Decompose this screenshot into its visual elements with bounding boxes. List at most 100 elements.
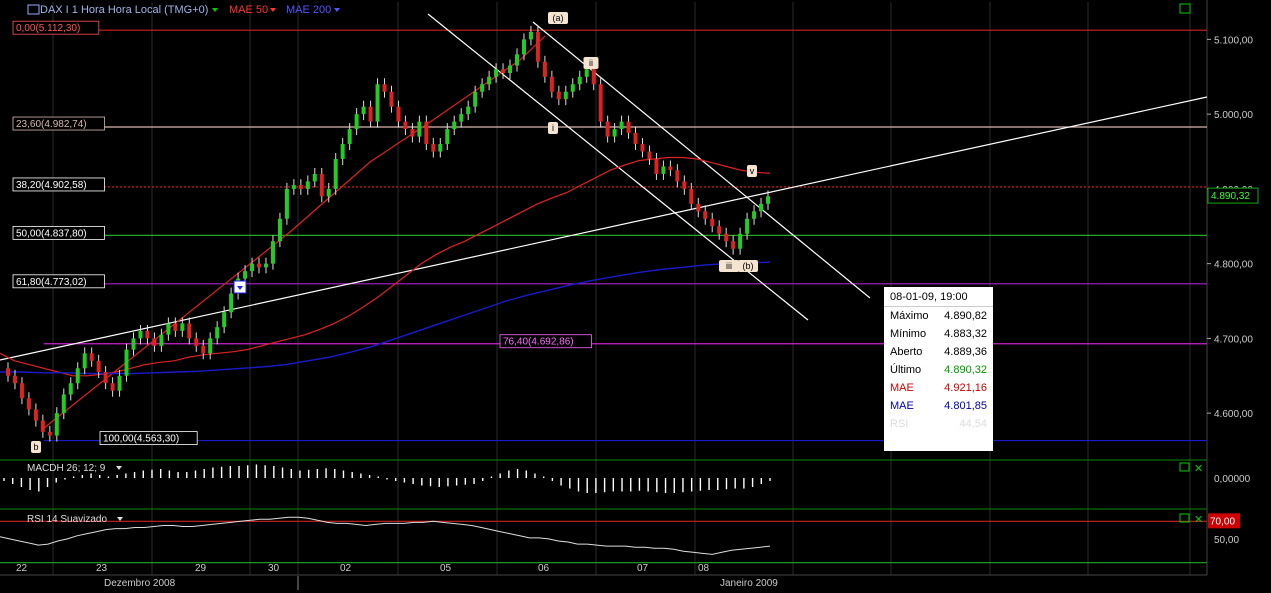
price-tick-label: 4.800,00 (1214, 260, 1253, 271)
candle (514, 48, 519, 72)
candle (389, 85, 394, 113)
candle-down-body (424, 121, 429, 145)
candle (480, 78, 485, 98)
rsi-label: RSI 14 Suavizado (27, 514, 107, 525)
candle (12, 369, 17, 390)
candle-up-body (487, 76, 492, 85)
fib-label: 76,40(4.692,86) (503, 337, 574, 348)
candle (138, 324, 143, 345)
candle-down-body (26, 398, 31, 410)
candle-up-body (375, 84, 380, 122)
tooltip-row-value: 44,54 (959, 418, 987, 430)
candle-down-body (19, 383, 24, 399)
candle-up-body (124, 349, 129, 376)
wave-label: ii (589, 58, 593, 68)
candle (305, 175, 310, 195)
candle-down-body (682, 181, 687, 189)
date-tick-label: 05 (440, 563, 452, 574)
candle-up-body (612, 129, 617, 137)
tooltip-row-label: MAE (890, 400, 914, 412)
chevron-down-icon (212, 8, 218, 12)
date-tick-label: 30 (268, 563, 280, 574)
price-tick-label: 5.000,00 (1214, 110, 1253, 121)
candle (187, 317, 192, 345)
candle-down-body (145, 330, 150, 339)
fib-label: 38,20(4.902,58) (16, 180, 87, 191)
candle-up-body (229, 293, 234, 313)
maximize-pane-icon (1179, 462, 1190, 472)
candle (284, 182, 289, 225)
macd-axis-label: 0,00000 (1214, 474, 1251, 485)
candle-up-body (577, 76, 582, 85)
candle-down-body (598, 84, 603, 122)
candle-up-body (54, 413, 59, 436)
tooltip-row-label: RSI (890, 418, 909, 430)
date-tick-label: 02 (340, 563, 352, 574)
candle-up-body (131, 338, 136, 350)
candle (103, 366, 108, 390)
date-tick-label: 06 (538, 563, 550, 574)
candle-up-body (361, 106, 366, 115)
candle (528, 25, 533, 46)
candle-up-body (180, 323, 185, 331)
candle-down-body (724, 233, 729, 242)
candle-up-body (354, 114, 359, 130)
candle-up-body (563, 91, 568, 100)
candle (612, 123, 617, 143)
candle (668, 160, 673, 177)
candle (33, 403, 38, 427)
candle (675, 164, 680, 188)
candle-down-body (647, 151, 652, 159)
candle-down-body (675, 170, 680, 182)
tooltip-row-label: Último (890, 364, 922, 376)
candle (535, 25, 540, 68)
candle-down-body (152, 338, 157, 346)
candle (208, 332, 213, 360)
candle (508, 59, 513, 79)
candle (354, 108, 359, 136)
candle-down-body (703, 211, 708, 219)
candle-up-body (521, 39, 526, 55)
candle-up-body (166, 323, 171, 335)
candle (633, 126, 638, 151)
date-tick-label: 22 (16, 563, 28, 574)
candle-down-body (535, 31, 540, 62)
candle (410, 123, 415, 143)
candle-down-body (40, 420, 45, 432)
macd-label: MACDH 26; 12; 9 (27, 463, 106, 474)
chart-stage[interactable]: 0,00(5.112,30) 23,60(4.982,74) 38,20(4.902… (0, 0, 1271, 590)
candle (452, 115, 457, 136)
wave-line (43, 35, 546, 429)
tooltip-row: Último 4.890,32 (884, 361, 993, 379)
candle-up-body (215, 327, 220, 339)
candle (654, 153, 659, 180)
dax-chart[interactable]: 0,00(5.112,30) 23,60(4.982,74) 38,20(4.902… (0, 0, 1271, 590)
fib-label: 23,60(4.982,74) (16, 119, 87, 130)
chevron-down-icon (270, 8, 276, 12)
candle-up-body (584, 69, 589, 77)
tooltip-row-label: MAE (890, 382, 914, 394)
candle-up-body (82, 353, 87, 369)
candle-up-body (738, 233, 743, 249)
candle-down-body (319, 173, 324, 197)
date-tick-label: 08 (698, 563, 710, 574)
candle (542, 55, 547, 83)
candle-down-body (47, 431, 52, 436)
candle (577, 70, 582, 91)
candle (291, 179, 296, 195)
candle-up-body (745, 218, 750, 234)
candle-down-body (368, 106, 373, 122)
candle (270, 235, 275, 270)
tooltip-row: RSI 44,54 (884, 415, 993, 433)
candle (731, 235, 736, 255)
candle-down-body (298, 185, 303, 189)
tooltip-row-label: Aberto (890, 346, 923, 358)
date-tick-label: 23 (96, 563, 108, 574)
candle-up-body (270, 241, 275, 264)
candle-down-body (96, 360, 101, 373)
candle-up-body (291, 185, 296, 189)
fib-label: 61,80(4.773,02) (16, 277, 87, 288)
candle-up-body (347, 129, 352, 145)
candle-up-body (417, 121, 422, 137)
candle-down-body (556, 91, 561, 100)
